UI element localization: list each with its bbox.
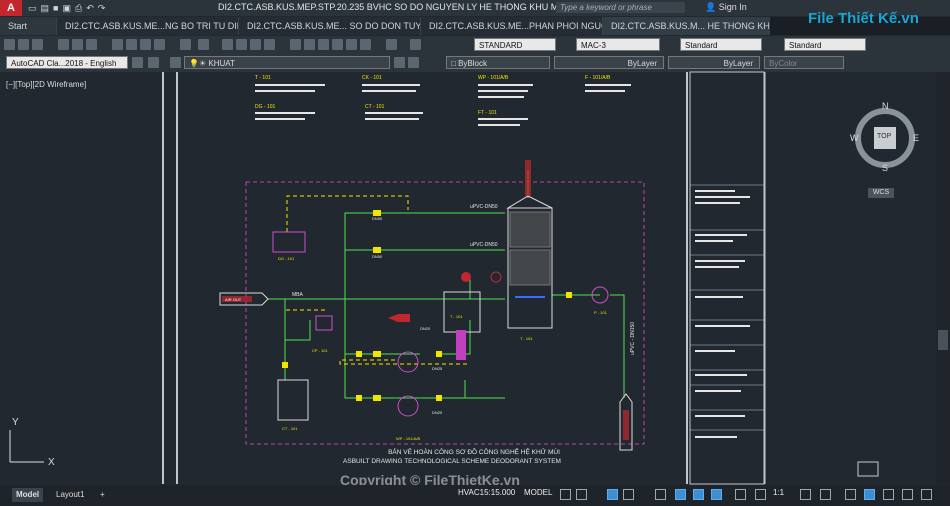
sheet-corner: [857, 461, 879, 477]
tag-wp101: WP - 101/A/B: [478, 75, 509, 81]
sheet-border-left: [162, 72, 164, 484]
system-boundary: [245, 181, 645, 445]
snap-icon[interactable]: [576, 489, 587, 500]
graphics-icon[interactable]: [902, 489, 913, 500]
indicator-2: [490, 271, 502, 283]
annotation-visibility-icon[interactable]: [755, 489, 766, 500]
space-toggle[interactable]: MODEL: [524, 488, 552, 497]
tab-add-layout[interactable]: +: [96, 488, 109, 502]
equipment-cp101: [315, 315, 333, 331]
pump-wp101b: [397, 395, 419, 417]
drawing-title-en: ASBUILT DRAWING TECHNOLOGICAL SCHEME DEO…: [343, 458, 561, 465]
ucs-y-axis: Y: [12, 417, 19, 428]
view-cube[interactable]: TOP N S E W: [850, 101, 920, 173]
gear-icon[interactable]: [800, 489, 811, 500]
status-bar: Model Layout1 + HVAC15:15.000 MODEL 1:1: [0, 485, 950, 506]
title-block: [689, 71, 765, 485]
tab-model[interactable]: Model: [12, 488, 44, 502]
label-upvc-dn50-mid: uPVC-DN50: [470, 242, 498, 248]
air-outlet-label: [623, 410, 629, 440]
tank-t101: [443, 291, 481, 333]
polar-icon[interactable]: [623, 489, 634, 500]
title-block-border: [686, 72, 688, 484]
isodraft-icon[interactable]: [655, 489, 666, 500]
site-watermark: File Thiết Kế.vn: [808, 10, 919, 27]
tag-ct101: CT - 101: [365, 104, 385, 110]
lineweight-icon[interactable]: [711, 489, 722, 500]
annotation-scale[interactable]: HVAC15:15.000: [458, 488, 515, 497]
label-wp101: WP - 101/A/B: [396, 436, 420, 441]
label-air-in: AIR OUT: [225, 297, 242, 302]
title-block-lines: [690, 184, 764, 431]
label-upvc-dn150: uPVC - DN150: [630, 322, 636, 355]
equipment-legend: [255, 84, 631, 126]
osnap-icon[interactable]: [693, 489, 704, 500]
equipment-dg101: [272, 231, 306, 253]
compass-south[interactable]: S: [882, 163, 888, 173]
tag-f101: F - 101/A/B: [585, 75, 611, 81]
tank-ct101: [277, 379, 309, 421]
label-t101-tank: T - 101: [450, 314, 463, 319]
label-dn25-a: DN25: [432, 366, 443, 371]
compass-east[interactable]: E: [913, 133, 919, 143]
ucs-icon: [9, 430, 44, 463]
label-dn25-b: DN25: [432, 410, 443, 415]
customize-icon[interactable]: [921, 489, 932, 500]
label-cp101: CP - 101: [312, 348, 328, 353]
title-block-text: [695, 190, 750, 438]
sheet-border-inner: [176, 72, 178, 484]
clean-screen-icon[interactable]: [883, 489, 894, 500]
isolate-icon[interactable]: [864, 489, 875, 500]
transparency-icon[interactable]: [735, 489, 746, 500]
yellow-dashed-lines: [285, 195, 470, 365]
view-cube-top-label[interactable]: TOP: [877, 133, 891, 140]
add-icon[interactable]: [820, 489, 831, 500]
wcs-menu[interactable]: WCS: [868, 188, 894, 198]
drawing-title-vi: BẢN VẼ HOÀN CÔNG SƠ ĐỒ CÔNG NGHỆ HỆ KHỬ …: [388, 446, 560, 456]
chemical-inlet: [388, 314, 410, 322]
ortho-icon[interactable]: [607, 489, 618, 500]
label-dn50-a: DN50: [372, 216, 383, 221]
annotation-scale-ratio[interactable]: 1:1: [773, 488, 784, 497]
tag-ft101: FT - 101: [478, 110, 497, 116]
drawing-canvas: T - 101 CK - 101 WP - 101/A/B F - 101/A/…: [9, 71, 950, 485]
label-dn50-b: DN50: [372, 254, 383, 259]
label-upvc-dn50-top: uPVC-DN50: [470, 204, 498, 210]
label-ct101: CT - 101: [282, 426, 298, 431]
grid-icon[interactable]: [560, 489, 571, 500]
ucs-x-axis: X: [48, 457, 55, 468]
label-dg101: DG - 101: [278, 256, 295, 261]
label-t101-tower: T - 101: [520, 336, 533, 341]
tag-dg101: DG - 101: [255, 104, 276, 110]
tag-t101: T - 101: [255, 75, 271, 81]
scrollbar-thumb: [938, 330, 948, 350]
osnap-tracking-icon[interactable]: [675, 489, 686, 500]
compass-north[interactable]: N: [882, 101, 889, 111]
hardware-acceleration-icon[interactable]: [845, 489, 856, 500]
indicator-1: [461, 272, 471, 282]
tag-ck101: CK - 101: [362, 75, 382, 81]
pump-wp101a: [397, 351, 419, 373]
compass-west[interactable]: W: [850, 133, 859, 143]
label-dn20: DN20: [420, 326, 431, 331]
vertical-scrollbar: [936, 72, 950, 484]
label-mba: MBA: [292, 292, 304, 298]
upvc-label-block: [456, 330, 466, 360]
tab-layout1[interactable]: Layout1: [52, 488, 88, 502]
label-p101: P - 101: [594, 310, 608, 315]
scrubber-tower: [506, 160, 553, 329]
